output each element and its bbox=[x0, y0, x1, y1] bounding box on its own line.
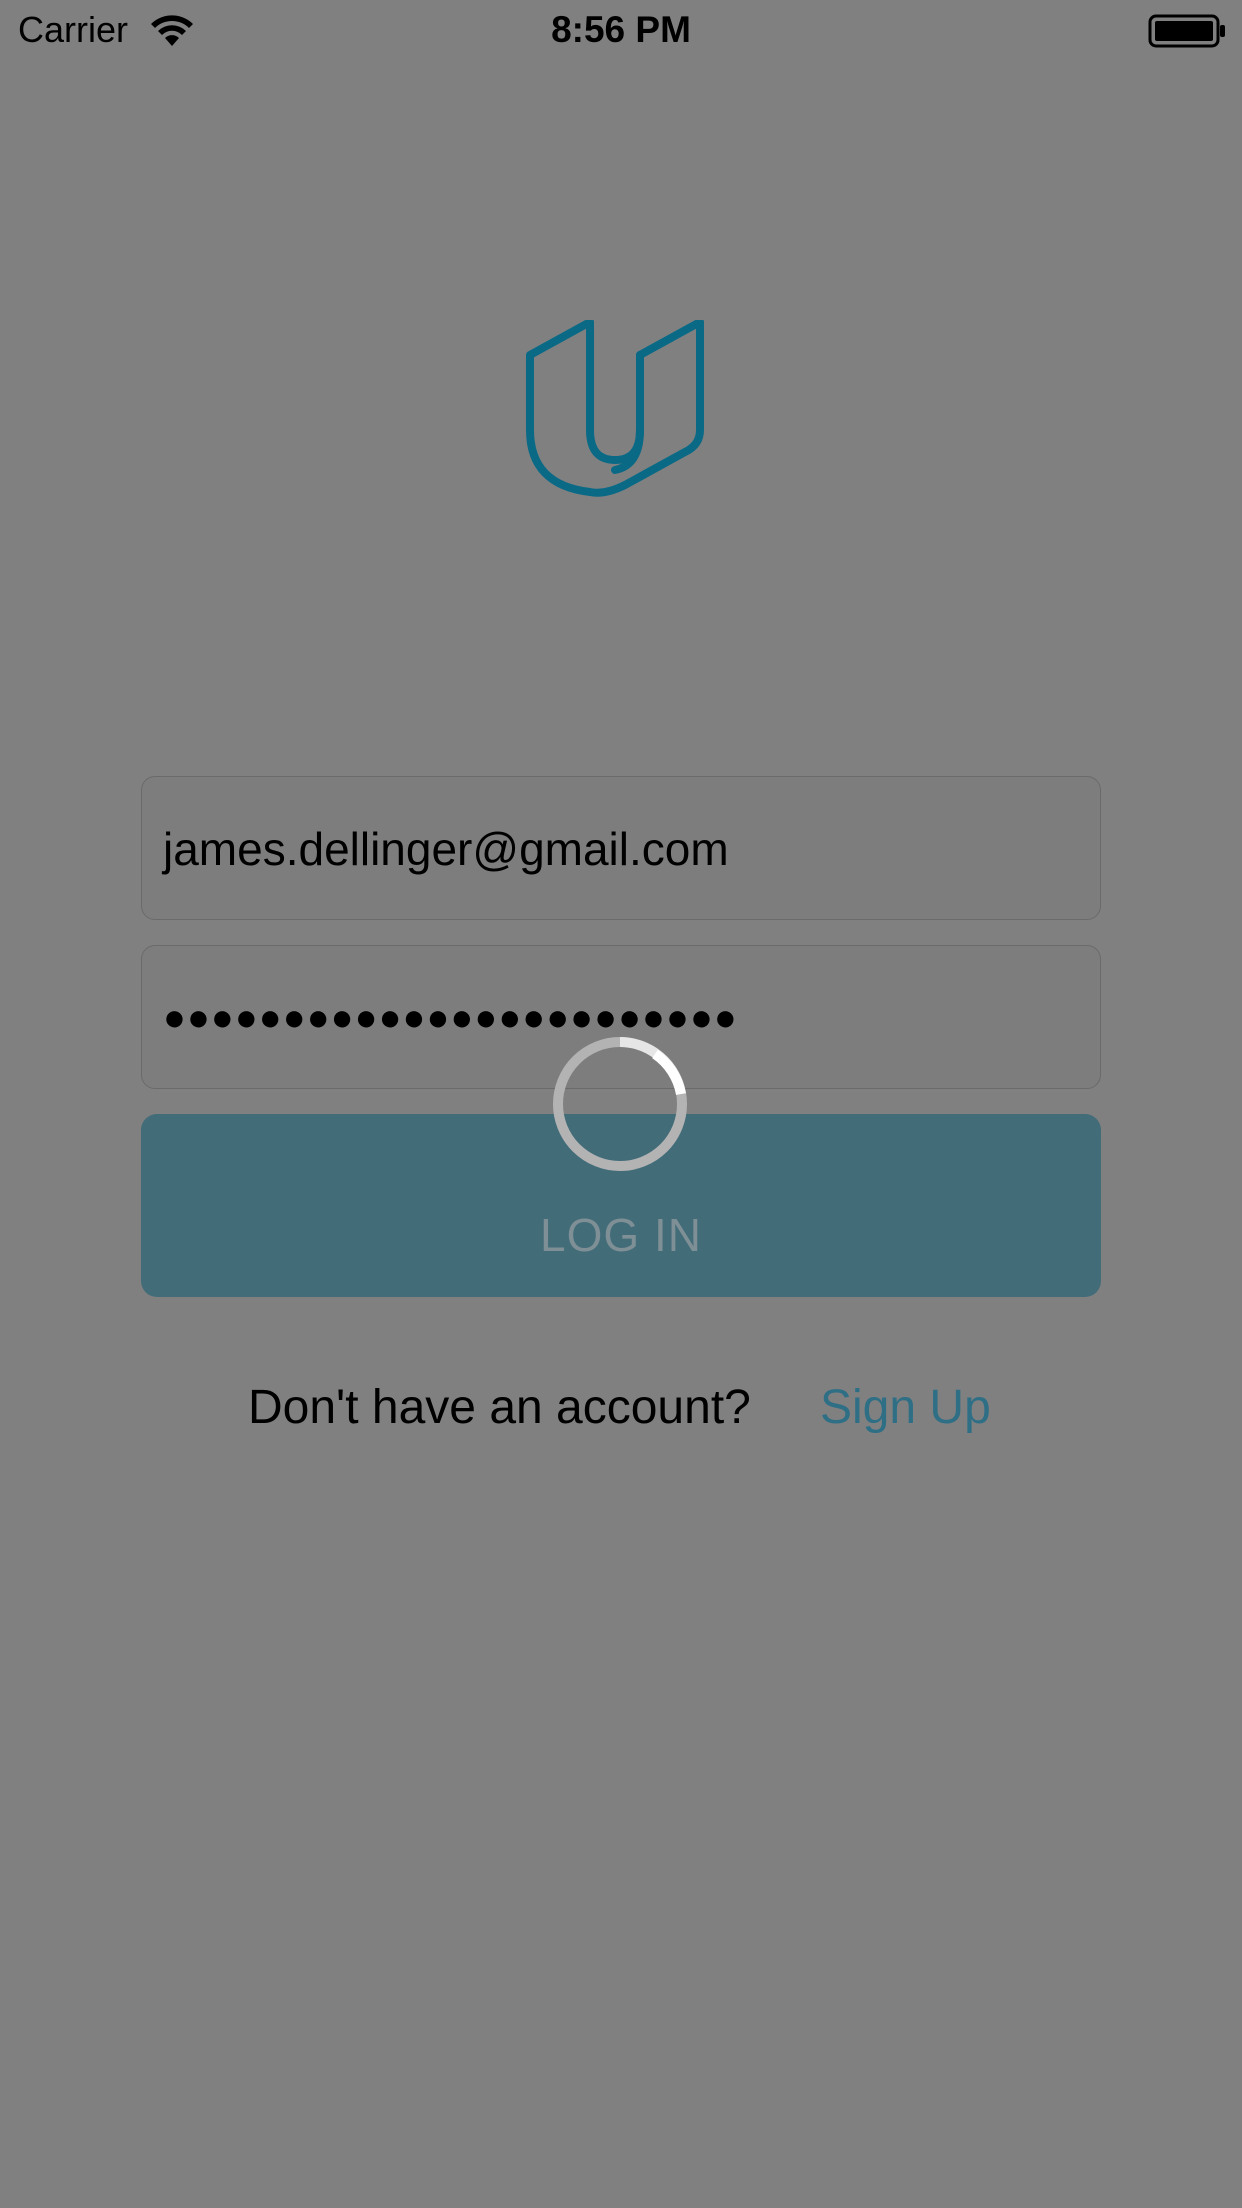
signup-prompt: Don't have an account? bbox=[248, 1381, 751, 1434]
signup-link[interactable]: Sign Up bbox=[820, 1378, 991, 1438]
status-time: 8:56 PM bbox=[551, 9, 691, 50]
battery-full-icon bbox=[1148, 14, 1225, 48]
email-field[interactable]: james.dellinger@gmail.com bbox=[141, 776, 1101, 920]
status-bar: Carrier 8:56 PM bbox=[0, 0, 1242, 60]
loading-spinner-icon bbox=[553, 1037, 687, 1171]
email-value: james.dellinger@gmail.com bbox=[163, 823, 729, 875]
udacity-logo-icon bbox=[526, 320, 704, 497]
